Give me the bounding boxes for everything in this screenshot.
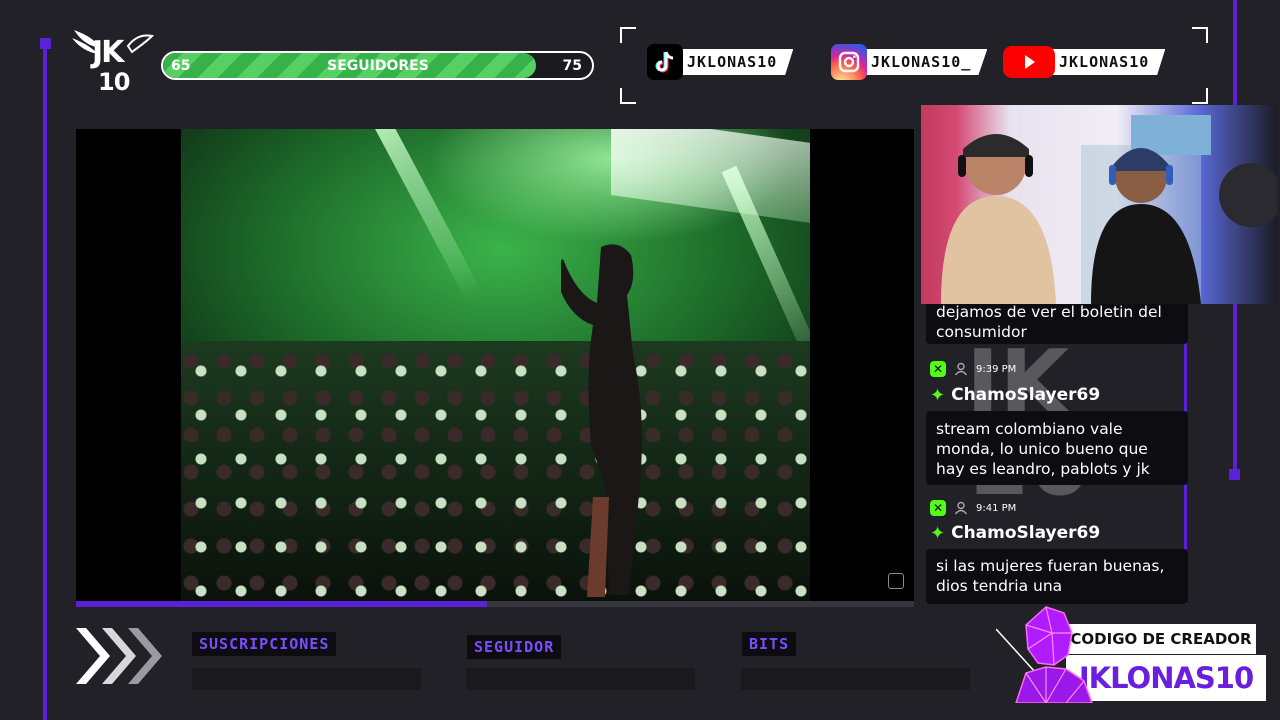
kick-badge-icon: ✕ — [930, 361, 946, 377]
user-icon — [954, 501, 968, 515]
stat-label-subscriptions: SUSCRIPCIONES — [192, 632, 337, 656]
social-bracket-bl — [620, 88, 636, 104]
main-video-player[interactable] — [76, 129, 914, 601]
social-bracket-tl — [620, 27, 636, 43]
webcam-people — [941, 115, 1277, 304]
social-tiktok: JKLONAS10 — [647, 44, 794, 80]
creator-code-value: JKLONAS10 — [1066, 655, 1266, 701]
follower-goal-bar: 65 SEGUIDORES 75 — [161, 51, 594, 80]
chat-username[interactable]: ✦ ChamoSlayer69 — [930, 522, 1100, 544]
chat-timestamp: 9:39 PM — [976, 363, 1017, 375]
kick-badge-icon: ✕ — [930, 500, 946, 516]
chat-message-meta: ✕ 9:41 PM — [930, 499, 1016, 517]
concert-video-frame — [181, 129, 810, 601]
social-bracket-tr — [1192, 27, 1208, 43]
social-handle: JKLONAS10 — [677, 49, 794, 75]
video-progress-track[interactable] — [76, 601, 914, 607]
chat-username-text: ChamoSlayer69 — [951, 523, 1101, 543]
stage-screen — [611, 129, 810, 224]
video-progress-fill — [76, 601, 487, 607]
chat-username[interactable]: ✦ ChamoSlayer69 — [930, 384, 1100, 406]
social-youtube: JKLONAS10 — [1003, 45, 1166, 79]
chevrons-icon — [76, 628, 162, 684]
performer-figure — [561, 244, 642, 597]
chat-message-meta: ✕ 9:39 PM — [930, 360, 1016, 378]
chat-message-text: stream colombiano vale monda, lo unico b… — [926, 411, 1188, 485]
social-handle: JKLONAS10 — [1049, 49, 1166, 75]
chat-timestamp: 9:41 PM — [976, 502, 1017, 514]
sparkle-icon: ✦ — [930, 384, 946, 406]
follower-goal-title: SEGUIDORES — [327, 58, 429, 74]
chat-username-text: ChamoSlayer69 — [951, 385, 1101, 405]
channel-logo: JK 10 — [70, 26, 156, 98]
social-bracket-br — [1192, 88, 1208, 104]
social-handle: JKLONAS10_ — [861, 49, 988, 75]
chat-panel: JK10 dejamos de ver el boletin del consu… — [926, 304, 1188, 604]
chat-message-text: si las mujeres fueran buenas, dios tendr… — [926, 549, 1188, 604]
frame-square-right — [1229, 469, 1240, 480]
stat-label-bits: BITS — [742, 632, 797, 656]
stat-value-subscriptions — [192, 668, 421, 690]
video-watermark-icon — [888, 573, 904, 589]
stat-label-follower: SEGUIDOR — [467, 635, 562, 659]
frame-line-left — [43, 38, 47, 720]
stage-light-beam — [372, 129, 482, 300]
stat-value-bits — [741, 668, 970, 690]
logo-text-10: 10 — [98, 68, 130, 96]
crowd — [181, 341, 810, 601]
creator-code-panel: CODIGO DE CREADOR JKLONAS10 — [976, 603, 1280, 720]
tiktok-icon — [647, 44, 683, 80]
frame-square-left — [40, 38, 51, 49]
chat-message-text: dejamos de ver el boletin del consumidor — [926, 304, 1188, 344]
social-instagram: JKLONAS10_ — [831, 44, 988, 80]
logo-text-jk: JK — [92, 35, 124, 70]
stat-value-follower — [466, 668, 695, 690]
sparkle-icon: ✦ — [930, 522, 946, 544]
instagram-icon — [831, 44, 867, 80]
webcam-feed — [921, 105, 1277, 304]
youtube-icon — [1003, 46, 1055, 78]
follower-goal-max: 75 — [562, 58, 582, 74]
creator-avatar-icon — [996, 606, 1093, 703]
user-icon — [954, 362, 968, 376]
